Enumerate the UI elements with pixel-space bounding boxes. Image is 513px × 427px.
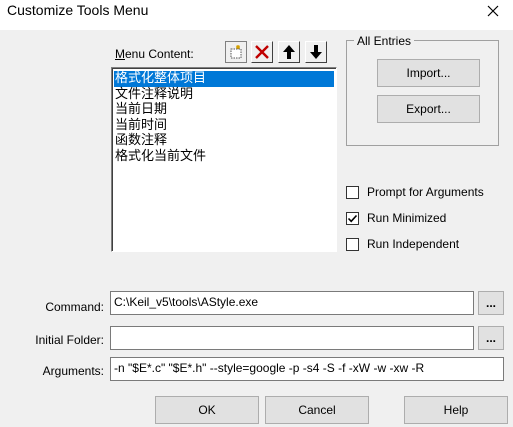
move-up-icon (283, 45, 295, 59)
delete-button[interactable] (251, 41, 273, 63)
all-entries-title: All Entries (354, 34, 415, 48)
command-field[interactable]: C:\Keil_v5\tools\AStyle.exe (110, 291, 474, 315)
list-item[interactable]: 当前时间 (112, 118, 336, 134)
move-down-button[interactable] (305, 41, 327, 63)
run-independent-label: Run Independent (367, 237, 460, 251)
new-entry-icon (230, 45, 242, 59)
command-browse-button[interactable]: ... (478, 291, 504, 315)
delete-icon (255, 45, 269, 59)
arguments-field[interactable]: -n "$E*.c" "$E*.h" --style=google -p -s4… (110, 357, 504, 381)
list-item[interactable]: 格式化当前文件 (112, 149, 336, 165)
run-minimized-checkbox[interactable] (346, 212, 359, 225)
list-item[interactable]: 文件注释说明 (112, 87, 336, 103)
initial-folder-label: Initial Folder: (35, 333, 104, 347)
prompt-arguments-checkbox[interactable] (346, 186, 359, 199)
close-button[interactable] (473, 0, 513, 22)
checkmark-icon (347, 214, 358, 223)
list-item[interactable]: 当前日期 (112, 102, 336, 118)
ok-button[interactable]: OK (155, 396, 259, 424)
move-down-icon (310, 45, 322, 59)
title-bar: Customize Tools Menu (0, 0, 513, 30)
list-item[interactable]: 函数注释 (112, 133, 336, 149)
import-button[interactable]: Import... (377, 59, 480, 87)
close-icon (487, 5, 499, 17)
arguments-label: Arguments: (42, 364, 104, 378)
menu-content-list[interactable]: 格式化整体项目 文件注释说明 当前日期 当前时间 函数注释 格式化当前文件 (111, 67, 337, 252)
command-label: Command: (45, 300, 104, 314)
list-item[interactable]: 格式化整体项目 (114, 71, 334, 87)
all-entries-group (346, 40, 499, 146)
menu-content-label: Menu Content: (115, 47, 194, 61)
run-independent-checkbox[interactable] (346, 238, 359, 251)
prompt-arguments-label: Prompt for Arguments (367, 185, 484, 199)
cancel-button[interactable]: Cancel (265, 396, 369, 424)
export-button[interactable]: Export... (377, 95, 480, 123)
help-button[interactable]: Help (404, 396, 508, 424)
initial-folder-browse-button[interactable]: ... (478, 326, 504, 350)
window-title: Customize Tools Menu (7, 2, 149, 18)
new-entry-button[interactable] (225, 41, 247, 63)
move-up-button[interactable] (278, 41, 300, 63)
initial-folder-field[interactable] (110, 326, 474, 350)
run-minimized-label: Run Minimized (367, 211, 447, 225)
